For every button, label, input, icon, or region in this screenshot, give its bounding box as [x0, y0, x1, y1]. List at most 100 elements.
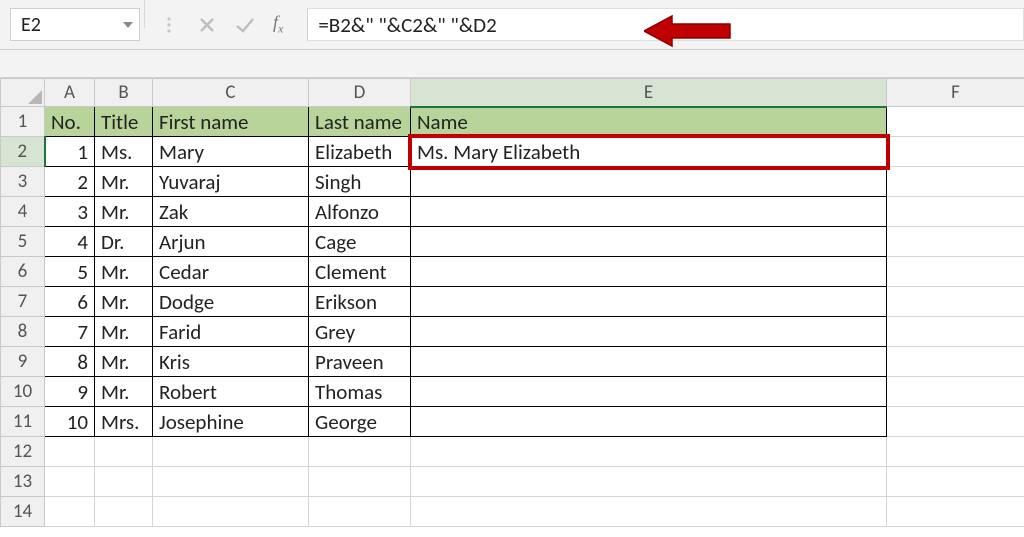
select-all-corner[interactable]: [1, 79, 45, 107]
cell[interactable]: 5: [45, 257, 95, 287]
cell[interactable]: Mrs.: [95, 407, 153, 437]
cell[interactable]: Mr.: [95, 347, 153, 377]
cell[interactable]: 3: [45, 197, 95, 227]
cell[interactable]: [411, 437, 887, 467]
cell[interactable]: Mary: [153, 137, 309, 167]
col-header-E[interactable]: E: [411, 79, 887, 107]
row-header[interactable]: 3: [1, 167, 45, 197]
cell[interactable]: Robert: [153, 377, 309, 407]
col-header-B[interactable]: B: [95, 79, 153, 107]
cell[interactable]: First name: [153, 107, 309, 137]
cell[interactable]: Mr.: [95, 197, 153, 227]
cell[interactable]: Josephine: [153, 407, 309, 437]
cell[interactable]: Grey: [309, 317, 411, 347]
row-header[interactable]: 14: [1, 497, 45, 527]
cell[interactable]: Zak: [153, 197, 309, 227]
cell[interactable]: Mr.: [95, 257, 153, 287]
cell[interactable]: [45, 497, 95, 527]
row-header[interactable]: 8: [1, 317, 45, 347]
cell[interactable]: Arjun: [153, 227, 309, 257]
row-header[interactable]: 6: [1, 257, 45, 287]
cell[interactable]: [887, 497, 1024, 527]
cell[interactable]: Mr.: [95, 377, 153, 407]
cell[interactable]: [887, 377, 1024, 407]
row-header[interactable]: 13: [1, 467, 45, 497]
cancel-icon[interactable]: [197, 15, 217, 35]
cell[interactable]: [887, 287, 1024, 317]
cell[interactable]: [153, 437, 309, 467]
grid[interactable]: A B C D E F 1 No. Title First name Last …: [0, 78, 1024, 527]
cell[interactable]: Kris: [153, 347, 309, 377]
cell[interactable]: [887, 227, 1024, 257]
cell[interactable]: [887, 137, 1024, 167]
cell[interactable]: [95, 497, 153, 527]
cell[interactable]: [411, 197, 887, 227]
row-header[interactable]: 2: [1, 137, 45, 167]
cell[interactable]: Dr.: [95, 227, 153, 257]
row-header[interactable]: 10: [1, 377, 45, 407]
cell[interactable]: 1: [45, 137, 95, 167]
cell[interactable]: [95, 437, 153, 467]
row-header[interactable]: 12: [1, 437, 45, 467]
cell[interactable]: George: [309, 407, 411, 437]
cell[interactable]: [309, 497, 411, 527]
cell[interactable]: Farid: [153, 317, 309, 347]
cell[interactable]: Yuvaraj: [153, 167, 309, 197]
row-header[interactable]: 9: [1, 347, 45, 377]
formula-input[interactable]: =B2&" "&C2&" "&D2: [307, 8, 1024, 41]
cell[interactable]: Mr.: [95, 167, 153, 197]
cell[interactable]: Elizabeth: [309, 137, 411, 167]
cell[interactable]: [887, 257, 1024, 287]
cell[interactable]: [887, 107, 1024, 137]
cell[interactable]: 8: [45, 347, 95, 377]
cell[interactable]: [411, 347, 887, 377]
cell[interactable]: [411, 227, 887, 257]
col-header-A[interactable]: A: [45, 79, 95, 107]
cell[interactable]: [887, 167, 1024, 197]
cell[interactable]: [309, 437, 411, 467]
cell[interactable]: 4: [45, 227, 95, 257]
row-header[interactable]: 11: [1, 407, 45, 437]
cell[interactable]: 2: [45, 167, 95, 197]
row-header[interactable]: 4: [1, 197, 45, 227]
cell[interactable]: [411, 407, 887, 437]
cell[interactable]: Dodge: [153, 287, 309, 317]
cell[interactable]: [45, 437, 95, 467]
cell[interactable]: Name: [411, 107, 887, 137]
cell-active[interactable]: Ms. Mary Elizabeth: [411, 137, 887, 167]
cell[interactable]: 9: [45, 377, 95, 407]
cell[interactable]: Thomas: [309, 377, 411, 407]
cell[interactable]: [153, 467, 309, 497]
cell[interactable]: Title: [95, 107, 153, 137]
spreadsheet[interactable]: A B C D E F 1 No. Title First name Last …: [0, 78, 1024, 527]
row-header[interactable]: 7: [1, 287, 45, 317]
cell[interactable]: Erikson: [309, 287, 411, 317]
name-box[interactable]: E2: [10, 8, 140, 41]
cell[interactable]: Ms.: [95, 137, 153, 167]
fx-icon[interactable]: fx: [273, 12, 293, 37]
cell[interactable]: [45, 467, 95, 497]
cell[interactable]: 7: [45, 317, 95, 347]
cell[interactable]: [411, 467, 887, 497]
cell[interactable]: Alfonzo: [309, 197, 411, 227]
cell[interactable]: [411, 317, 887, 347]
cell[interactable]: Mr.: [95, 317, 153, 347]
cell[interactable]: Last name: [309, 107, 411, 137]
cell[interactable]: Singh: [309, 167, 411, 197]
chevron-down-icon[interactable]: [123, 22, 133, 28]
row-header[interactable]: 5: [1, 227, 45, 257]
cell[interactable]: No.: [45, 107, 95, 137]
cell[interactable]: [887, 467, 1024, 497]
cell[interactable]: [887, 437, 1024, 467]
cell[interactable]: [411, 377, 887, 407]
row-header[interactable]: 1: [1, 107, 45, 137]
cell[interactable]: [887, 197, 1024, 227]
cell[interactable]: [411, 167, 887, 197]
cell[interactable]: Cage: [309, 227, 411, 257]
col-header-C[interactable]: C: [153, 79, 309, 107]
cell[interactable]: 6: [45, 287, 95, 317]
cell[interactable]: Clement: [309, 257, 411, 287]
cell[interactable]: [887, 317, 1024, 347]
cell[interactable]: [411, 287, 887, 317]
cell[interactable]: Praveen: [309, 347, 411, 377]
